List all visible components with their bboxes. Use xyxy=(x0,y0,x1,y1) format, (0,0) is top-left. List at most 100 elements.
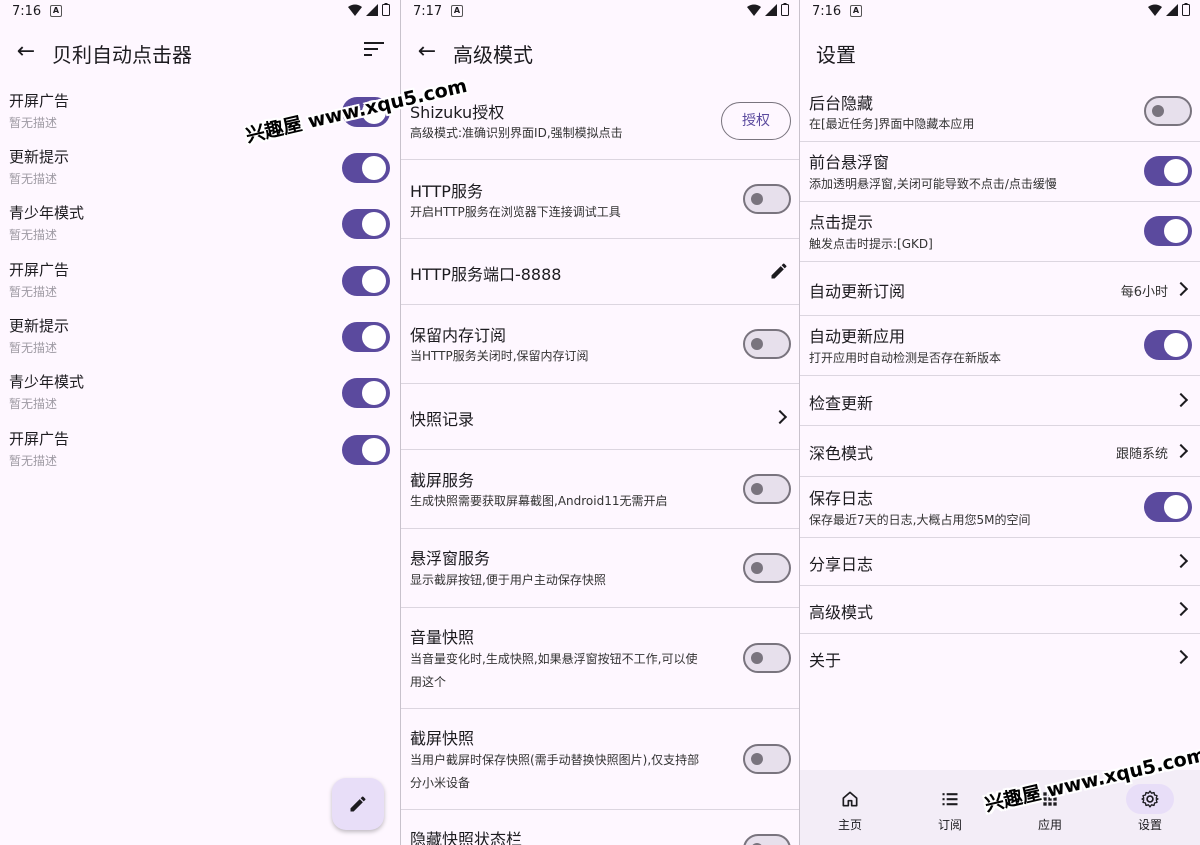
hide-toggle[interactable] xyxy=(743,834,791,845)
background-hide-row[interactable]: 后台隐藏 在[最近任务]界面中隐藏本应用 xyxy=(800,81,1200,142)
divider xyxy=(400,0,401,845)
rule-title: 更新提示 xyxy=(9,148,70,166)
capture-desc-line1: 当用户截屏时保存快照(需手动替换快照图片),仅支持部 xyxy=(410,753,700,767)
save-log-desc: 保存最近7天的日志,大概占用您5M的空间 xyxy=(809,513,1031,527)
status-bar: 7:16 A xyxy=(800,0,1200,24)
rule-desc: 暂无描述 xyxy=(9,397,58,411)
rule-toggle[interactable] xyxy=(342,153,390,183)
battery-icon xyxy=(1182,3,1190,16)
volume-toggle[interactable] xyxy=(743,643,791,673)
screenshot-desc: 生成快照需要获取屏幕截图,Android11无需开启 xyxy=(410,494,668,508)
keep-subscription-row[interactable]: 保留内存订阅 当HTTP服务关闭时,保留内存订阅 xyxy=(401,305,799,384)
rule-desc: 暂无描述 xyxy=(9,454,58,468)
edit-pencil-icon[interactable] xyxy=(769,261,789,281)
nav-subscriptions-label: 订阅 xyxy=(937,818,962,832)
hide-snapshot-statusbar-row[interactable]: 隐藏快照状态栏 xyxy=(401,810,799,845)
chevron-right-icon xyxy=(1173,281,1189,297)
notification-icon: A xyxy=(850,5,862,17)
rule-desc: 暂无描述 xyxy=(9,285,58,299)
screenshot-toggle[interactable] xyxy=(743,474,791,504)
top-app-bar: 设置 xyxy=(800,30,1200,76)
authorize-button[interactable]: 授权 xyxy=(721,102,791,140)
auto-sub-title: 自动更新订阅 xyxy=(809,282,906,301)
back-arrow-icon[interactable]: ← xyxy=(413,38,441,66)
float-toggle[interactable] xyxy=(743,553,791,583)
rule-title: 开屏广告 xyxy=(9,92,70,110)
battery-icon xyxy=(382,3,390,16)
auto-app-toggle[interactable] xyxy=(1144,330,1192,360)
capture-toggle[interactable] xyxy=(743,744,791,774)
hide-title: 隐藏快照状态栏 xyxy=(410,830,523,845)
pencil-icon xyxy=(350,796,366,812)
page-title: 贝利自动点击器 xyxy=(52,43,192,67)
bg-hide-toggle[interactable] xyxy=(1144,96,1192,126)
rule-toggle[interactable] xyxy=(342,266,390,296)
click-tip-toggle[interactable] xyxy=(1144,216,1192,246)
rule-toggle[interactable] xyxy=(342,435,390,465)
back-arrow-icon[interactable]: ← xyxy=(12,38,40,66)
dark-mode-title: 深色模式 xyxy=(809,444,874,463)
rule-item[interactable]: 开屏广告 暂无描述 xyxy=(0,253,400,309)
rule-item[interactable]: 更新提示 暂无描述 xyxy=(0,309,400,365)
signal-icon xyxy=(765,3,777,16)
shizuku-desc: 高级模式:准确识别界面ID,强制模拟点击 xyxy=(410,126,623,140)
system-icons xyxy=(747,3,789,16)
http-title: HTTP服务 xyxy=(410,182,483,201)
snapshot-record-row[interactable]: 快照记录 xyxy=(401,384,799,450)
advanced-mode-row[interactable]: 高级模式 xyxy=(800,586,1200,634)
http-port-row[interactable]: HTTP服务端口-8888 xyxy=(401,239,799,305)
capture-snapshot-row[interactable]: 截屏快照 当用户截屏时保存快照(需手动替换快照图片),仅支持部 分小米设备 xyxy=(401,709,799,810)
nav-home[interactable]: 主页 xyxy=(800,770,900,845)
edit-fab-button[interactable] xyxy=(332,778,384,830)
auto-update-subscription-row[interactable]: 自动更新订阅 每6小时 xyxy=(800,262,1200,316)
dark-mode-row[interactable]: 深色模式 跟随系统 xyxy=(800,426,1200,477)
save-log-row[interactable]: 保存日志 保存最近7天的日志,大概占用您5M的空间 xyxy=(800,477,1200,538)
rule-title: 青少年模式 xyxy=(9,204,85,222)
screenshot-service-row[interactable]: 截屏服务 生成快照需要获取屏幕截图,Android11无需开启 xyxy=(401,450,799,529)
float-service-row[interactable]: 悬浮窗服务 显示截屏按钮,便于用户主动保存快照 xyxy=(401,529,799,608)
signal-icon xyxy=(366,3,378,16)
page-title: 高级模式 xyxy=(453,43,533,67)
rule-item[interactable]: 更新提示 暂无描述 xyxy=(0,140,400,196)
status-time: 7:17 xyxy=(413,4,443,19)
list-icon xyxy=(942,793,958,806)
dark-mode-value: 跟随系统 xyxy=(1115,447,1168,462)
wifi-icon xyxy=(348,4,362,16)
rule-title: 开屏广告 xyxy=(9,261,70,279)
check-update-row[interactable]: 检查更新 xyxy=(800,376,1200,426)
click-tip-desc: 触发点击时提示:[GKD] xyxy=(809,237,933,251)
top-app-bar: ← 高级模式 xyxy=(401,30,799,76)
rule-toggle[interactable] xyxy=(342,378,390,408)
rule-title: 开屏广告 xyxy=(9,430,70,448)
foreground-float-row[interactable]: 前台悬浮窗 添加透明悬浮窗,关闭可能导致不点击/点击缓慢 xyxy=(800,142,1200,202)
share-log-title: 分享日志 xyxy=(809,555,874,574)
keep-toggle[interactable] xyxy=(743,329,791,359)
click-tip-title: 点击提示 xyxy=(809,213,874,232)
rule-item[interactable]: 青少年模式 暂无描述 xyxy=(0,196,400,252)
status-time: 7:16 xyxy=(12,4,42,19)
save-log-toggle[interactable] xyxy=(1144,492,1192,522)
rule-item[interactable]: 开屏广告 暂无描述 xyxy=(0,422,400,478)
snapshot-record-title: 快照记录 xyxy=(410,410,475,429)
wifi-icon xyxy=(747,4,761,16)
chevron-right-icon xyxy=(1173,601,1189,617)
fg-float-toggle[interactable] xyxy=(1144,156,1192,186)
click-tip-row[interactable]: 点击提示 触发点击时提示:[GKD] xyxy=(800,202,1200,262)
rule-toggle[interactable] xyxy=(342,322,390,352)
notification-icon: A xyxy=(451,5,463,17)
float-desc: 显示截屏按钮,便于用户主动保存快照 xyxy=(410,573,606,587)
auto-update-app-row[interactable]: 自动更新应用 打开应用时自动检测是否存在新版本 xyxy=(800,316,1200,376)
share-log-row[interactable]: 分享日志 xyxy=(800,538,1200,586)
rule-item[interactable]: 青少年模式 暂无描述 xyxy=(0,365,400,421)
volume-snapshot-row[interactable]: 音量快照 当音量变化时,生成快照,如果悬浮窗按钮不工作,可以使 用这个 xyxy=(401,608,799,709)
page-title: 设置 xyxy=(816,43,856,67)
http-service-row[interactable]: HTTP服务 开启HTTP服务在浏览器下连接调试工具 xyxy=(401,160,799,239)
save-log-title: 保存日志 xyxy=(809,489,874,508)
about-row[interactable]: 关于 xyxy=(800,634,1200,682)
sort-icon[interactable] xyxy=(364,42,384,60)
rule-toggle[interactable] xyxy=(342,209,390,239)
http-toggle[interactable] xyxy=(743,184,791,214)
keep-title: 保留内存订阅 xyxy=(410,326,507,345)
volume-desc-line1: 当音量变化时,生成快照,如果悬浮窗按钮不工作,可以使 xyxy=(410,652,698,666)
auto-app-title: 自动更新应用 xyxy=(809,327,906,346)
